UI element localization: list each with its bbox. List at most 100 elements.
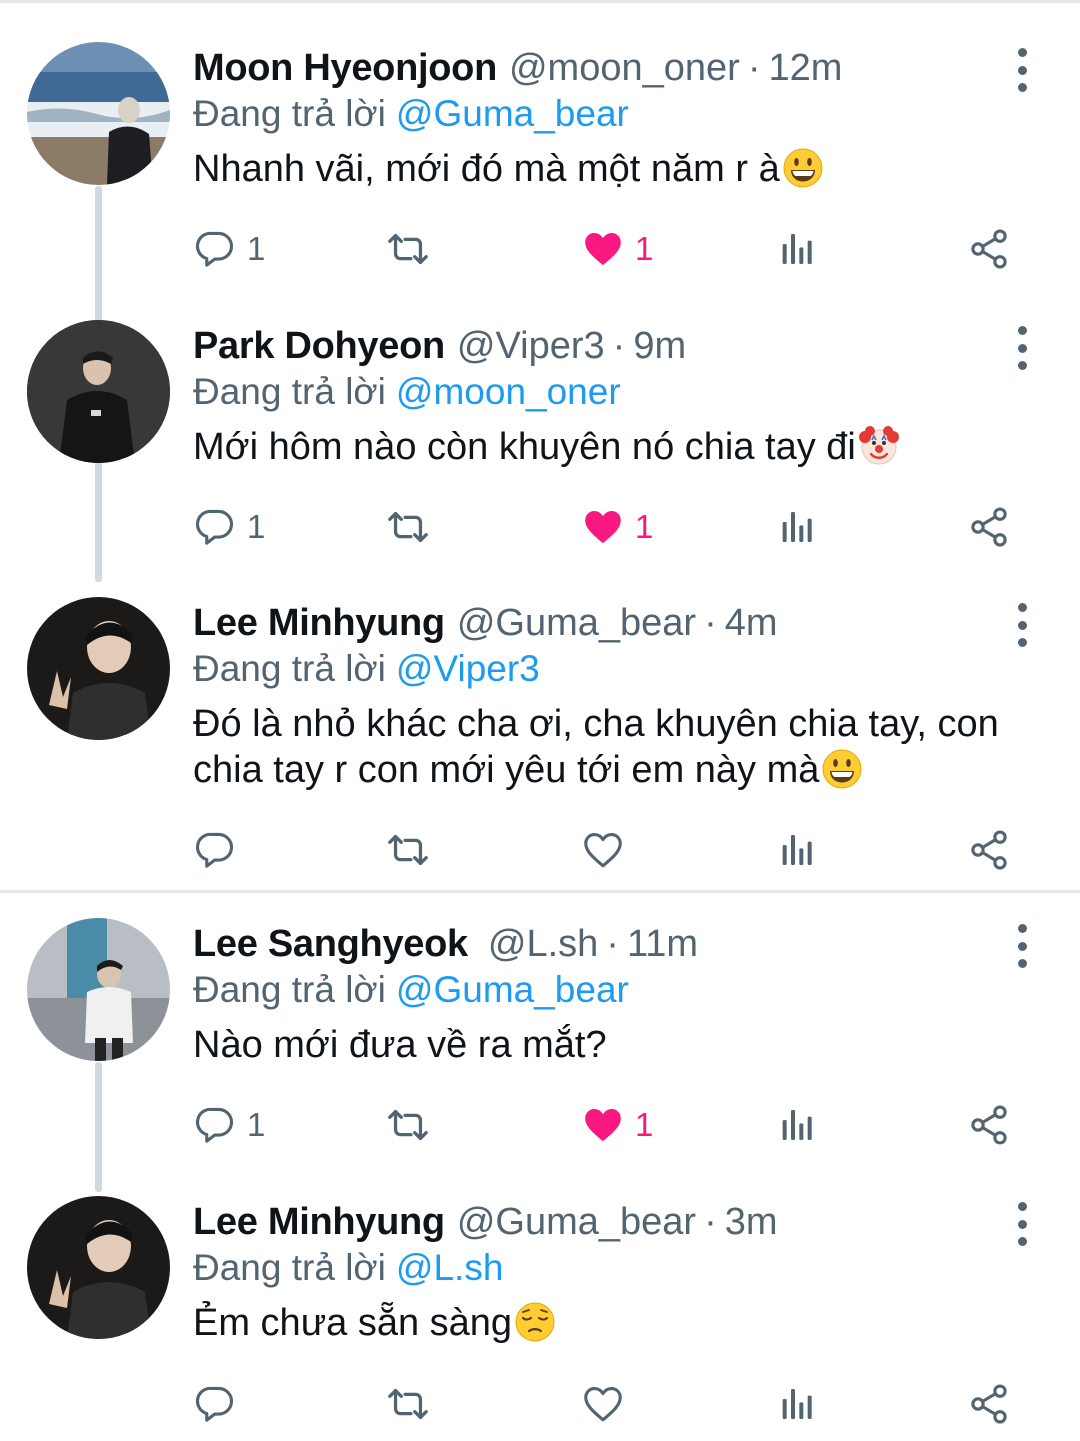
- avatar[interactable]: [27, 42, 170, 185]
- replying-to-handle[interactable]: @L.sh: [396, 1247, 504, 1288]
- stats-icon: [776, 830, 816, 870]
- more-options-icon[interactable]: [1005, 603, 1039, 647]
- timestamp[interactable]: 9m: [633, 320, 686, 372]
- reply-icon: [193, 1103, 237, 1147]
- tweet-text: Đó là nhỏ khác cha ơi, cha khuyên chia t…: [193, 701, 1053, 793]
- view-stats-button[interactable]: [776, 1100, 816, 1150]
- like-button[interactable]: [581, 1379, 635, 1429]
- reply-button[interactable]: 1: [193, 1100, 265, 1150]
- tweet-header: Park Dohyeon @Viper3 · 9m: [193, 320, 686, 372]
- replying-to: Đang trả lời @Guma_bear: [193, 964, 629, 1016]
- like-button[interactable]: 1: [581, 224, 653, 274]
- view-stats-button[interactable]: [776, 502, 816, 552]
- top-divider: [0, 0, 1080, 3]
- display-name[interactable]: Moon Hyeonjoon: [193, 42, 497, 94]
- share-button[interactable]: [967, 502, 1011, 552]
- tweet-header: Moon Hyeonjoon @moon_oner · 12m: [193, 42, 842, 94]
- retweet-button[interactable]: [385, 825, 431, 875]
- stats-icon: [776, 229, 816, 269]
- tweet-text: Nào mới đưa về ra mắt?: [193, 1022, 1053, 1068]
- replying-to-label: Đang trả lời: [193, 969, 386, 1010]
- more-options-icon[interactable]: [1005, 1202, 1039, 1246]
- display-name[interactable]: Park Dohyeon: [193, 320, 445, 372]
- share-button[interactable]: [967, 224, 1011, 274]
- more-options-icon[interactable]: [1005, 48, 1039, 92]
- share-button[interactable]: [967, 1100, 1011, 1150]
- grinning-face-emoji: [821, 748, 863, 790]
- user-handle[interactable]: @L.sh: [488, 918, 598, 970]
- action-bar: [193, 1379, 1033, 1429]
- tweet[interactable]: Lee Minhyung @Guma_bear · 4m Đang trả lờ…: [0, 597, 1080, 887]
- replying-to-handle[interactable]: @Guma_bear: [396, 93, 629, 134]
- more-options-icon[interactable]: [1005, 326, 1039, 370]
- pensive-face-emoji: [514, 1301, 556, 1343]
- replying-to-label: Đang trả lời: [193, 371, 386, 412]
- view-stats-button[interactable]: [776, 825, 816, 875]
- thread-divider: [0, 890, 1080, 893]
- display-name[interactable]: Lee Minhyung: [193, 1196, 445, 1248]
- reply-button[interactable]: 1: [193, 502, 265, 552]
- tweet-text-content: Ẻm chưa sẵn sàng: [193, 1302, 513, 1344]
- tweet[interactable]: Lee Minhyung @Guma_bear · 3m Đang trả lờ…: [0, 1196, 1080, 1441]
- reply-button[interactable]: [193, 825, 247, 875]
- stats-icon: [776, 507, 816, 547]
- view-stats-button[interactable]: [776, 224, 816, 274]
- share-icon: [967, 1103, 1011, 1147]
- retweet-button[interactable]: [385, 502, 431, 552]
- reply-button[interactable]: [193, 1379, 247, 1429]
- reply-count: 1: [247, 230, 266, 267]
- action-bar: 1 1: [193, 224, 1033, 274]
- replying-to-handle[interactable]: @moon_oner: [396, 371, 621, 412]
- user-handle[interactable]: @moon_oner: [509, 42, 740, 94]
- timestamp[interactable]: 12m: [768, 42, 842, 94]
- avatar[interactable]: [27, 320, 170, 463]
- avatar[interactable]: [27, 918, 170, 1061]
- reply-count: 1: [247, 508, 266, 545]
- like-count: 1: [635, 1106, 654, 1143]
- heart-filled-icon: [581, 1103, 625, 1147]
- share-button[interactable]: [967, 1379, 1011, 1429]
- tweet[interactable]: Park Dohyeon @Viper3 · 9m Đang trả lời @m…: [0, 320, 1080, 590]
- share-button[interactable]: [967, 825, 1011, 875]
- user-handle[interactable]: @Viper3: [457, 320, 605, 372]
- stats-icon: [776, 1105, 816, 1145]
- replying-to-handle[interactable]: @Viper3: [396, 648, 540, 689]
- action-bar: 1 1: [193, 1100, 1033, 1150]
- more-options-icon[interactable]: [1005, 924, 1039, 968]
- timestamp[interactable]: 11m: [627, 918, 698, 970]
- share-icon: [967, 1382, 1011, 1426]
- replying-to-label: Đang trả lời: [193, 1247, 386, 1288]
- separator-dot: ·: [704, 1201, 717, 1243]
- avatar[interactable]: [27, 1196, 170, 1339]
- tweet-header: Lee Minhyung @Guma_bear · 4m: [193, 597, 778, 649]
- reply-icon: [193, 828, 237, 872]
- view-stats-button[interactable]: [776, 1379, 816, 1429]
- retweet-button[interactable]: [385, 224, 431, 274]
- like-button[interactable]: 1: [581, 502, 653, 552]
- display-name[interactable]: Lee Sanghyeok: [193, 918, 468, 970]
- tweet[interactable]: Lee Sanghyeok @L.sh · 11m Đang trả lời @G…: [0, 918, 1080, 1188]
- reply-button[interactable]: 1: [193, 224, 265, 274]
- timestamp[interactable]: 3m: [725, 1196, 778, 1248]
- heart-filled-icon: [581, 227, 625, 271]
- display-name[interactable]: Lee Minhyung: [193, 597, 445, 649]
- separator-dot: ·: [747, 47, 761, 89]
- reply-count: 1: [247, 1106, 266, 1143]
- separator-dot: ·: [704, 602, 717, 644]
- reply-icon: [193, 505, 237, 549]
- retweet-button[interactable]: [385, 1100, 431, 1150]
- user-handle[interactable]: @Guma_bear: [457, 1196, 696, 1248]
- tweet-text-content: Nào mới đưa về ra mắt?: [193, 1024, 607, 1066]
- retweet-button[interactable]: [385, 1379, 431, 1429]
- clown-face-emoji: [858, 425, 900, 467]
- like-button[interactable]: 1: [581, 1100, 653, 1150]
- retweet-icon: [385, 1102, 431, 1148]
- like-button[interactable]: [581, 825, 635, 875]
- user-handle[interactable]: @Guma_bear: [457, 597, 696, 649]
- replying-to-handle[interactable]: @Guma_bear: [396, 969, 629, 1010]
- action-bar: 1 1: [193, 502, 1033, 552]
- tweet-text-content: Nhanh vãi, mới đó mà một năm r à: [193, 148, 780, 190]
- avatar[interactable]: [27, 597, 170, 740]
- tweet[interactable]: Moon Hyeonjoon @moon_oner · 12m Đang trả…: [0, 42, 1080, 312]
- timestamp[interactable]: 4m: [725, 597, 778, 649]
